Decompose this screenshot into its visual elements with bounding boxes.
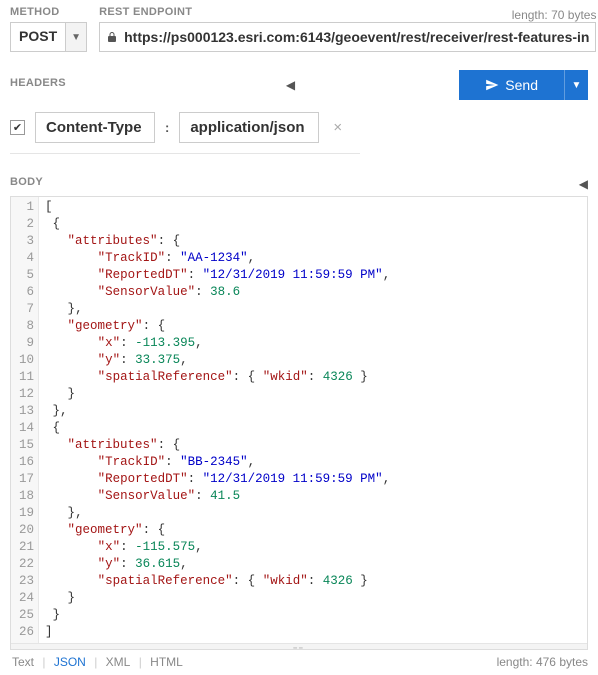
header-value-input[interactable]: application/json [179, 112, 319, 143]
send-button[interactable]: Send [459, 70, 564, 100]
headers-collapse-caret-icon[interactable]: ◀ [286, 78, 295, 92]
method-value: POST [10, 22, 65, 52]
method-caret-button[interactable]: ▼ [65, 22, 87, 52]
body-editor[interactable]: 1234567891011121314151617181920212223242… [10, 196, 588, 650]
send-icon [485, 78, 499, 92]
headers-label: HEADERS [10, 77, 66, 89]
remove-header-icon[interactable]: × [329, 117, 346, 138]
endpoint-label: REST ENDPOINT [99, 6, 192, 18]
code-area[interactable]: [ { "attributes": { "TrackID": "AA-1234"… [39, 197, 587, 643]
body-length: length: 476 bytes [497, 655, 588, 669]
tab-xml[interactable]: XML [104, 655, 133, 669]
format-tabs: Text | JSON | XML | HTML [10, 655, 185, 669]
method-label: METHOD [10, 6, 87, 18]
body-collapse-caret-icon[interactable]: ◀ [579, 177, 588, 191]
send-caret-button[interactable]: ▼ [564, 70, 588, 100]
send-label: Send [505, 77, 538, 93]
endpoint-length: length: 70 bytes [512, 8, 597, 22]
header-enabled-checkbox[interactable]: ✔ [10, 120, 25, 135]
header-key-input[interactable]: Content-Type [35, 112, 155, 143]
header-row: ✔ Content-Type : application/json × [10, 112, 360, 154]
tab-text[interactable]: Text [10, 655, 36, 669]
tab-json[interactable]: JSON [52, 655, 88, 669]
tab-html[interactable]: HTML [148, 655, 185, 669]
method-select[interactable]: POST ▼ [10, 22, 87, 52]
lock-icon [106, 31, 118, 43]
url-input[interactable]: https://ps000123.esri.com:6143/geoevent/… [99, 22, 596, 52]
body-label: BODY [10, 176, 43, 188]
resize-grip[interactable] [11, 643, 587, 649]
url-text: https://ps000123.esri.com:6143/geoevent/… [124, 29, 589, 45]
header-colon: : [165, 120, 169, 135]
line-gutter: 1234567891011121314151617181920212223242… [11, 197, 39, 643]
